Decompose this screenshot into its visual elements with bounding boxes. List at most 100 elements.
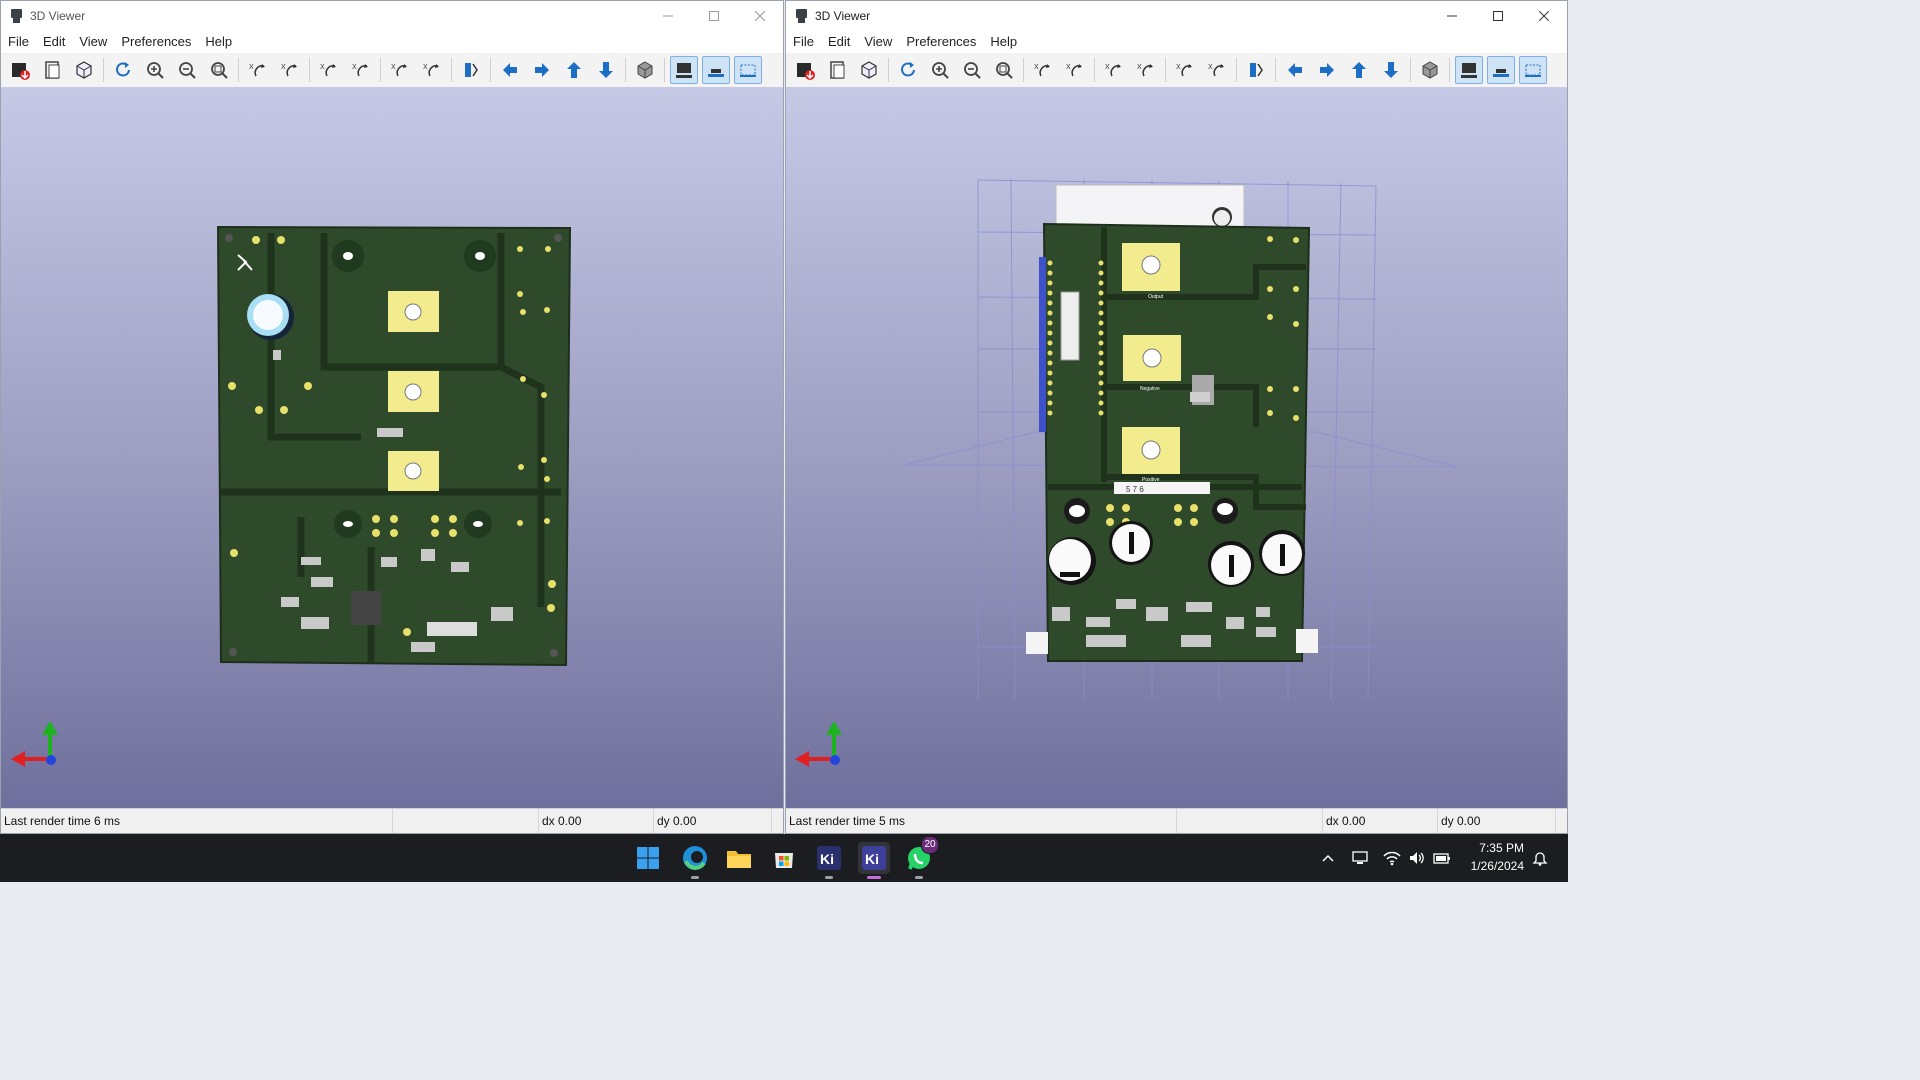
volume-icon[interactable] (1407, 848, 1427, 868)
file-explorer-button[interactable] (723, 842, 755, 874)
menu-help[interactable]: Help (983, 31, 1024, 53)
menu-file[interactable]: File (1, 31, 36, 53)
rotate-z-cw-icon: X (1176, 64, 1192, 77)
rotate-y-ccw-button[interactable]: X (1132, 56, 1160, 84)
copy-clipboard-button[interactable] (38, 56, 66, 84)
flip-board-button[interactable] (457, 56, 485, 84)
3d-canvas[interactable]: Output Negative Positive 5 7 6 (786, 87, 1567, 810)
pan-left-button[interactable] (496, 56, 524, 84)
kicad-button[interactable]: Ki (813, 842, 845, 879)
title-bar[interactable]: 3D Viewer (1, 1, 783, 31)
menu-view[interactable]: View (857, 31, 899, 53)
pan-down-button[interactable] (592, 56, 620, 84)
edge-browser-button[interactable] (679, 842, 711, 879)
display-icon[interactable] (1350, 848, 1370, 868)
start-button[interactable] (632, 842, 664, 874)
close-button[interactable] (1521, 1, 1567, 31)
reload-icon (901, 62, 915, 77)
3d-canvas[interactable] (1, 87, 783, 810)
pan-down-button[interactable] (1377, 56, 1405, 84)
3d-viewer-window-left[interactable]: 3D Viewer File Edit View Preferences Hel… (0, 0, 784, 834)
copy-clipboard-button[interactable] (823, 56, 851, 84)
svg-text:X: X (281, 64, 286, 71)
menu-preferences[interactable]: Preferences (899, 31, 983, 53)
svg-text:X: X (352, 64, 357, 71)
maximize-button[interactable] (1475, 1, 1521, 31)
menu-bar: File Edit View Preferences Help (1, 31, 783, 53)
toolbar-separator (309, 58, 310, 82)
toolbar: XXXXXX (1, 53, 783, 88)
rotate-z-ccw-button[interactable]: X (1203, 56, 1231, 84)
microsoft-store-button[interactable] (768, 842, 800, 874)
rotate-y-cw-button[interactable]: X (1100, 56, 1128, 84)
menu-file[interactable]: File (786, 31, 821, 53)
show-smd-button[interactable] (1487, 56, 1515, 84)
menu-preferences[interactable]: Preferences (114, 31, 198, 53)
toolbar-separator (664, 58, 665, 82)
3d-viewer-window-right[interactable]: 3D Viewer File Edit View Preferences Hel… (785, 0, 1568, 834)
export-image-button[interactable] (791, 56, 819, 84)
pan-up-button[interactable] (560, 56, 588, 84)
whatsapp-button[interactable]: 20 (903, 836, 939, 879)
show-virtual-icon (740, 64, 756, 77)
battery-icon[interactable] (1432, 848, 1452, 868)
zoom-fit-button[interactable] (205, 56, 233, 84)
rotate-x-ccw-button[interactable]: X (276, 56, 304, 84)
toolbar-separator (1449, 58, 1450, 82)
rotate-x-cw-icon: X (249, 64, 265, 77)
ortho-toggle-button[interactable] (1416, 56, 1444, 84)
wifi-icon[interactable] (1382, 848, 1402, 868)
rotate-x-cw-button[interactable]: X (1029, 56, 1057, 84)
title-bar[interactable]: 3D Viewer (786, 1, 1567, 31)
menu-edit[interactable]: Edit (36, 31, 72, 53)
zoom-fit-button[interactable] (990, 56, 1018, 84)
rotate-z-ccw-button[interactable]: X (418, 56, 446, 84)
ortho-toggle-button[interactable] (631, 56, 659, 84)
show-virtual-button[interactable] (734, 56, 762, 84)
pan-left-button[interactable] (1281, 56, 1309, 84)
raytrace-icon (76, 61, 92, 79)
reload-button[interactable] (109, 56, 137, 84)
zoom-in-button[interactable] (926, 56, 954, 84)
render-time-status: Last render time 5 ms (786, 809, 1177, 833)
show-hidden-icons-chevron-icon[interactable] (1318, 848, 1338, 868)
svg-text:X: X (391, 64, 396, 71)
rotate-z-cw-button[interactable]: X (386, 56, 414, 84)
kicad-3d-viewer-button[interactable]: Ki (858, 842, 890, 879)
show-tht-button[interactable] (1455, 56, 1483, 84)
menu-view[interactable]: View (72, 31, 114, 53)
rotate-x-ccw-button[interactable]: X (1061, 56, 1089, 84)
rotate-x-cw-button[interactable]: X (244, 56, 272, 84)
pan-right-button[interactable] (528, 56, 556, 84)
minimize-button[interactable] (1429, 1, 1475, 31)
show-tht-button[interactable] (670, 56, 698, 84)
window-title: 3D Viewer (815, 9, 871, 23)
rotate-y-ccw-button[interactable]: X (347, 56, 375, 84)
raytrace-button[interactable] (70, 56, 98, 84)
export-image-button[interactable] (6, 56, 34, 84)
rotate-y-cw-button[interactable]: X (315, 56, 343, 84)
clock-time[interactable]: 7:35 PM (1455, 841, 1524, 855)
rotate-z-cw-button[interactable]: X (1171, 56, 1199, 84)
svg-text:Ki: Ki (865, 851, 879, 867)
rotate-z-ccw-icon: X (423, 64, 439, 77)
raytrace-button[interactable] (855, 56, 883, 84)
notification-bell-icon[interactable] (1530, 848, 1550, 868)
flip-board-button[interactable] (1242, 56, 1270, 84)
reload-button[interactable] (894, 56, 922, 84)
minimize-button[interactable] (645, 1, 691, 31)
pan-up-button[interactable] (1345, 56, 1373, 84)
zoom-out-button[interactable] (173, 56, 201, 84)
maximize-button[interactable] (691, 1, 737, 31)
show-smd-button[interactable] (702, 56, 730, 84)
pcb-board-top-view (216, 225, 572, 667)
zoom-out-button[interactable] (958, 56, 986, 84)
close-button[interactable] (737, 1, 783, 31)
menu-help[interactable]: Help (198, 31, 239, 53)
menu-edit[interactable]: Edit (821, 31, 857, 53)
clock-date[interactable]: 1/26/2024 (1455, 859, 1524, 873)
zoom-in-button[interactable] (141, 56, 169, 84)
pan-right-button[interactable] (1313, 56, 1341, 84)
show-virtual-button[interactable] (1519, 56, 1547, 84)
reload-icon (116, 62, 130, 77)
